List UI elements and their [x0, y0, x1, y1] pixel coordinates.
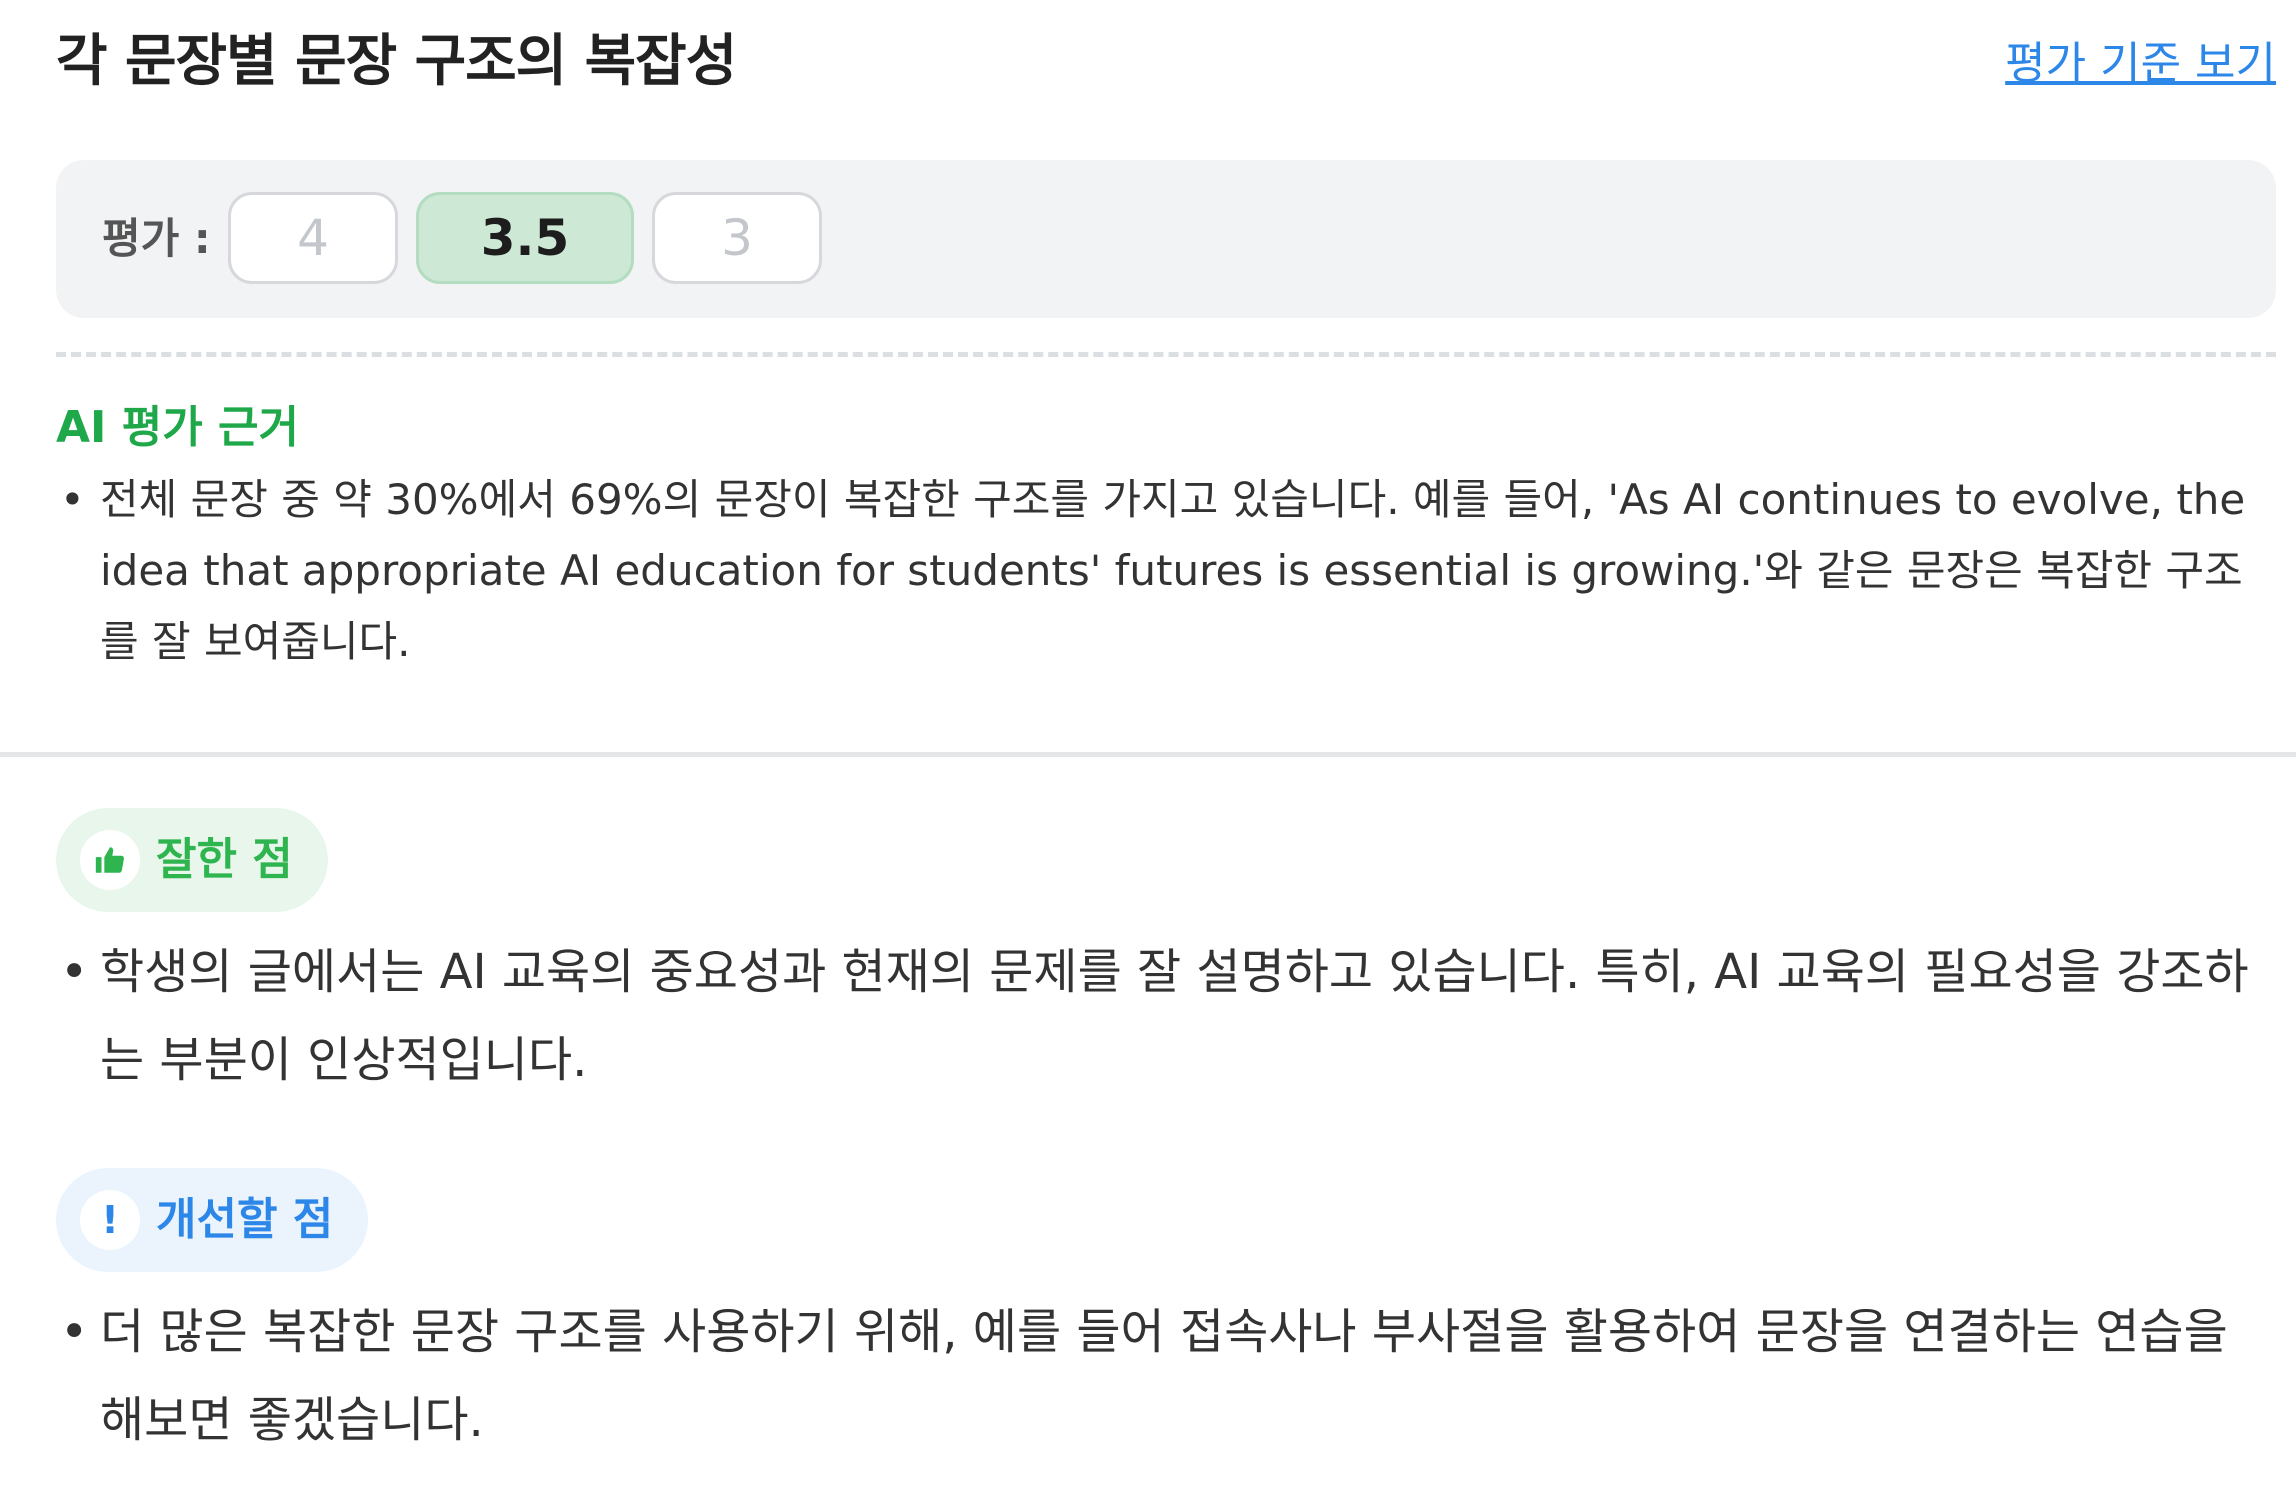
evaluation-panel: 각 문장별 문장 구조의 복잡성 평가 기준 보기 평가 : 4 3.5 3 A…: [0, 0, 2296, 1496]
bullet-icon: •: [60, 944, 89, 1000]
thumbs-up-icon: [80, 830, 140, 890]
improvements-text: 더 많은 복잡한 문장 구조를 사용하기 위해, 예를 들어 접속사나 부사절을…: [100, 1304, 2228, 1448]
score-option-4[interactable]: 4: [228, 192, 398, 284]
strengths-badge: 잘한 점: [56, 808, 328, 912]
page-title: 각 문장별 문장 구조의 복잡성: [56, 29, 737, 94]
bullet-icon: •: [60, 1304, 89, 1360]
section-divider: [0, 752, 2296, 757]
rating-label: 평가 :: [102, 214, 211, 263]
view-criteria-link[interactable]: 평가 기준 보기: [2005, 34, 2276, 94]
improvements-label: 개선할 점: [156, 1194, 334, 1245]
strengths-list: • 학생의 글에서는 AI 교육의 중요성과 현재의 문제를 잘 설명하고 있습…: [56, 928, 2272, 1104]
exclamation-icon: !: [80, 1190, 140, 1250]
rating-box: 평가 : 4 3.5 3: [56, 160, 2276, 318]
strengths-label: 잘한 점: [156, 834, 293, 885]
list-item: • 전체 문장 중 약 30%에서 69%의 문장이 복잡한 구조를 가지고 있…: [56, 464, 2272, 677]
improvements-list: • 더 많은 복잡한 문장 구조를 사용하기 위해, 예를 들어 접속사나 부사…: [56, 1288, 2272, 1464]
ai-basis-heading: AI 평가 근거: [56, 402, 299, 453]
ai-basis-list: • 전체 문장 중 약 30%에서 69%의 문장이 복잡한 구조를 가지고 있…: [56, 464, 2272, 677]
ai-basis-text: 전체 문장 중 약 30%에서 69%의 문장이 복잡한 구조를 가지고 있습니…: [100, 475, 2246, 666]
list-item: • 학생의 글에서는 AI 교육의 중요성과 현재의 문제를 잘 설명하고 있습…: [56, 928, 2272, 1104]
improvements-badge: ! 개선할 점: [56, 1168, 368, 1272]
score-option-3[interactable]: 3: [652, 192, 822, 284]
strengths-text: 학생의 글에서는 AI 교육의 중요성과 현재의 문제를 잘 설명하고 있습니다…: [100, 944, 2249, 1088]
panel-header: 각 문장별 문장 구조의 복잡성 평가 기준 보기: [56, 22, 2276, 102]
dashed-divider: [56, 352, 2276, 357]
bullet-icon: •: [60, 475, 85, 524]
score-option-3-5-selected[interactable]: 3.5: [416, 192, 634, 284]
list-item: • 더 많은 복잡한 문장 구조를 사용하기 위해, 예를 들어 접속사나 부사…: [56, 1288, 2272, 1464]
